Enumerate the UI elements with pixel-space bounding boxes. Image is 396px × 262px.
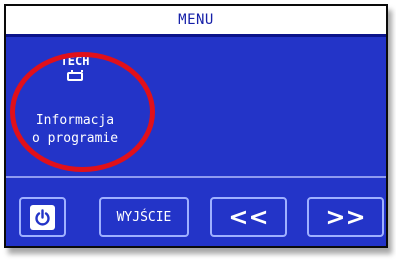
double-chevron-right-icon: >>	[325, 203, 366, 231]
power-icon	[30, 204, 55, 230]
device-screen: MENU TECH Informacja o programie WYJŚCIE…	[4, 4, 388, 248]
previous-button[interactable]: <<	[210, 197, 287, 237]
divider	[6, 176, 386, 178]
power-button[interactable]	[19, 197, 66, 237]
screen-title: MENU	[178, 12, 214, 28]
title-bar: MENU	[6, 6, 386, 37]
next-button[interactable]: >>	[307, 197, 384, 237]
exit-button[interactable]: WYJŚCIE	[99, 197, 189, 237]
exit-button-label: WYJŚCIE	[116, 209, 172, 225]
highlight-circle	[10, 52, 155, 172]
double-chevron-left-icon: <<	[228, 203, 269, 231]
